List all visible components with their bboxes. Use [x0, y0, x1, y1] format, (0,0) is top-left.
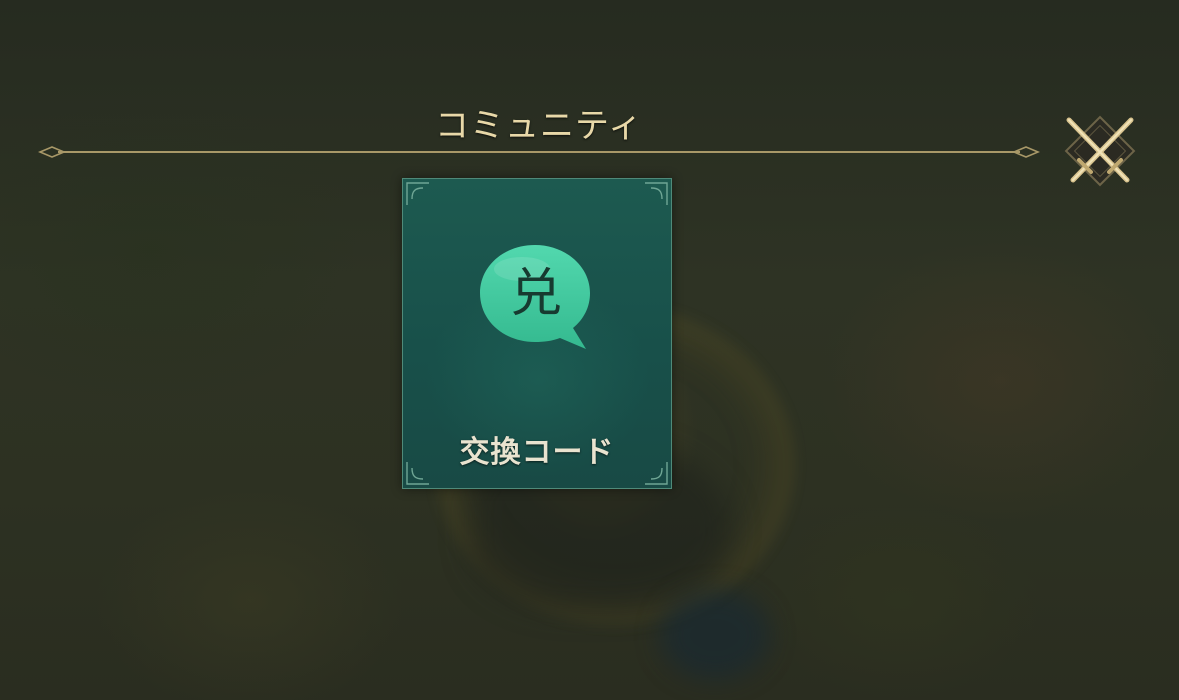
title-divider: [38, 146, 1040, 158]
speech-bubble-icon: 兑: [480, 245, 590, 349]
redeem-code-card[interactable]: 兑 交換コード: [402, 178, 672, 489]
background-pool: [660, 590, 770, 680]
svg-text:兑: 兑: [510, 264, 562, 324]
page-title: コミュニティ: [435, 106, 643, 146]
crossed-swords-icon: [1064, 115, 1136, 187]
close-button[interactable]: [1059, 110, 1141, 192]
game-background: コミュニティ 兑 交換コード: [0, 0, 1179, 700]
card-label: 交換コード: [459, 435, 615, 470]
